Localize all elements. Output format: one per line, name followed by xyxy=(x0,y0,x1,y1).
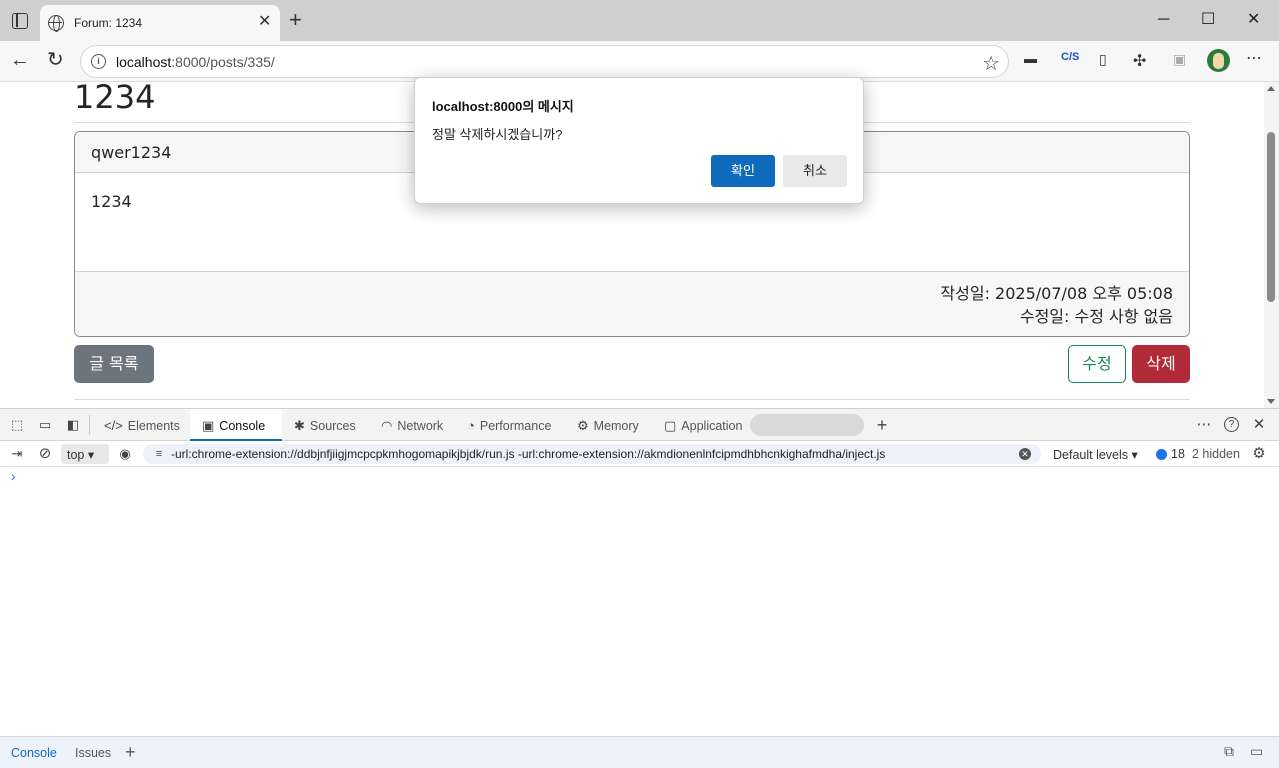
inspect-icon[interactable]: ⬚ xyxy=(9,417,25,433)
new-tab-button[interactable]: + xyxy=(289,8,302,32)
console-prompt[interactable]: › xyxy=(11,468,16,484)
minimize-button[interactable]: ─ xyxy=(1158,10,1169,30)
address-bar[interactable]: i localhost:8000/posts/335/ ☆ xyxy=(80,45,1009,78)
sidebar-toggle-icon[interactable] xyxy=(12,13,28,29)
console-filter-input[interactable]: ≡ -url:chrome-extension://ddbjnfjiigjmcp… xyxy=(143,444,1041,464)
tab-memory[interactable]: ⚙ Memory xyxy=(577,409,653,441)
title-bar: Forum: 1234 ✕ + ─ ☐ ✕ xyxy=(0,0,1279,41)
hidden-count: 2 hidden xyxy=(1192,447,1240,461)
maximize-button[interactable]: ☐ xyxy=(1201,10,1215,30)
dialog-cancel-button[interactable]: 취소 xyxy=(783,155,847,187)
confirm-dialog: localhost:8000의 메시지 정말 삭제하시겠습니까? 확인 취소 xyxy=(414,77,864,204)
chip-icon: ⚙ xyxy=(577,418,589,433)
profile-avatar[interactable] xyxy=(1207,49,1230,72)
dock-side-icon[interactable]: ◧ xyxy=(65,417,81,433)
message-badge-icon xyxy=(1156,449,1167,460)
created-date: 작성일: 2025/07/08 오후 05:08 xyxy=(940,284,1173,303)
divider xyxy=(74,399,1190,400)
page-scrollbar[interactable] xyxy=(1264,82,1279,408)
close-window-button[interactable]: ✕ xyxy=(1247,10,1260,30)
favorite-star-icon[interactable]: ☆ xyxy=(982,51,1000,76)
tab-console[interactable]: ▣ Console xyxy=(190,409,282,441)
clear-console-icon[interactable]: ⊘ xyxy=(37,446,53,462)
scroll-up-icon[interactable] xyxy=(1267,86,1275,91)
extensions-puzzle-icon[interactable]: ✣ xyxy=(1133,51,1146,71)
dialog-message: 정말 삭제하시겠습니까? xyxy=(432,127,563,142)
drawer-tab-issues[interactable]: Issues xyxy=(75,746,111,760)
wifi-icon: ◠ xyxy=(381,418,393,433)
drawer-tab-console[interactable]: Console xyxy=(11,746,57,760)
application-icon: ▢ xyxy=(664,418,677,433)
browser-tab[interactable]: Forum: 1234 ✕ xyxy=(40,5,280,41)
post-title: 1234 xyxy=(74,82,156,116)
url-text[interactable]: localhost:8000/posts/335/ xyxy=(116,54,275,70)
scroll-down-icon[interactable] xyxy=(1267,399,1275,404)
globe-icon xyxy=(48,15,64,32)
help-icon[interactable]: ? xyxy=(1224,417,1239,432)
console-settings-gear-icon[interactable]: ⚙ xyxy=(1251,446,1267,462)
device-toolbar-icon[interactable]: ▭ xyxy=(37,417,53,433)
sidebar-icon[interactable]: ⇥ xyxy=(9,446,25,462)
separator xyxy=(89,415,90,435)
dialog-ok-button[interactable]: 확인 xyxy=(711,155,775,187)
context-selector[interactable]: top ▾ xyxy=(61,444,109,464)
scroll-thumb[interactable] xyxy=(1267,132,1275,302)
dock-drawer-icon[interactable]: ▭ xyxy=(1250,743,1263,760)
tab-close-icon[interactable]: ✕ xyxy=(258,13,271,31)
devtools-panel: ⬚ ▭ ◧ </> Elements ▣ Console ✱ Sources ◠ Net… xyxy=(0,408,1279,768)
modified-date: 수정일: 수정 사항 없음 xyxy=(1019,307,1173,326)
filter-text: -url:chrome-extension://ddbjnfjiigjmcpcp… xyxy=(171,447,886,461)
list-button[interactable]: 글 목록 xyxy=(74,345,154,383)
tab-elements[interactable]: </> Elements xyxy=(104,409,186,441)
tab-network[interactable]: ◠ Network xyxy=(381,409,457,441)
tab-title: Forum: 1234 xyxy=(74,16,143,30)
eye-icon[interactable]: ◉ xyxy=(117,446,133,462)
devtools-tabbar: ⬚ ▭ ◧ </> Elements ▣ Console ✱ Sources ◠ Net… xyxy=(0,409,1279,441)
clear-filter-icon[interactable]: ✕ xyxy=(1019,448,1031,460)
tab-application[interactable]: ▢ Application xyxy=(664,409,750,441)
dialog-title: localhost:8000의 메시지 xyxy=(432,99,574,114)
bug-icon: ✱ xyxy=(294,418,305,433)
extension-icon[interactable]: ▯ xyxy=(1099,51,1107,68)
console-icon: ▣ xyxy=(202,418,215,433)
hidden-tabs-pill[interactable] xyxy=(750,414,864,436)
message-count: 18 xyxy=(1171,447,1185,461)
post-footer: 작성일: 2025/07/08 오후 05:08 수정일: 수정 사항 없음 xyxy=(75,272,1189,336)
code-icon: </> xyxy=(104,418,123,433)
site-info-icon[interactable]: i xyxy=(91,54,106,69)
more-menu-icon[interactable]: ⋯ xyxy=(1246,48,1262,68)
console-toolbar: ⇥ ⊘ top ▾ ◉ ≡ -url:chrome-extension://dd… xyxy=(0,442,1279,467)
more-options-icon[interactable]: ⋯ xyxy=(1196,417,1212,433)
add-tab-icon[interactable]: + xyxy=(874,416,890,434)
cs-extension-icon[interactable]: C/S xyxy=(1061,51,1079,63)
log-levels-dropdown[interactable]: Default levels ▾ xyxy=(1053,447,1138,462)
back-arrow-icon[interactable]: ← xyxy=(10,49,30,71)
devtools-drawer: Console Issues + ⧉ ▭ xyxy=(0,736,1279,768)
tab-performance[interactable]: ◔ Performance xyxy=(467,409,567,441)
delete-button[interactable]: 삭제 xyxy=(1132,345,1190,383)
undock-drawer-icon[interactable]: ⧉ xyxy=(1224,743,1234,760)
drawer-add-tab-icon[interactable]: + xyxy=(125,742,136,763)
address-row: ← ↻ i localhost:8000/posts/335/ ☆ ▬ C/S … xyxy=(0,41,1279,82)
filter-icon: ≡ xyxy=(155,448,163,460)
edit-button[interactable]: 수정 xyxy=(1068,345,1126,383)
close-devtools-icon[interactable]: ✕ xyxy=(1251,417,1267,433)
incognito-extension-icon[interactable]: ▬ xyxy=(1024,51,1037,66)
split-screen-icon[interactable]: ▣ xyxy=(1173,51,1186,68)
tab-sources[interactable]: ✱ Sources xyxy=(294,409,370,441)
reload-icon[interactable]: ↻ xyxy=(47,49,64,71)
gauge-icon: ◔ xyxy=(467,418,475,433)
